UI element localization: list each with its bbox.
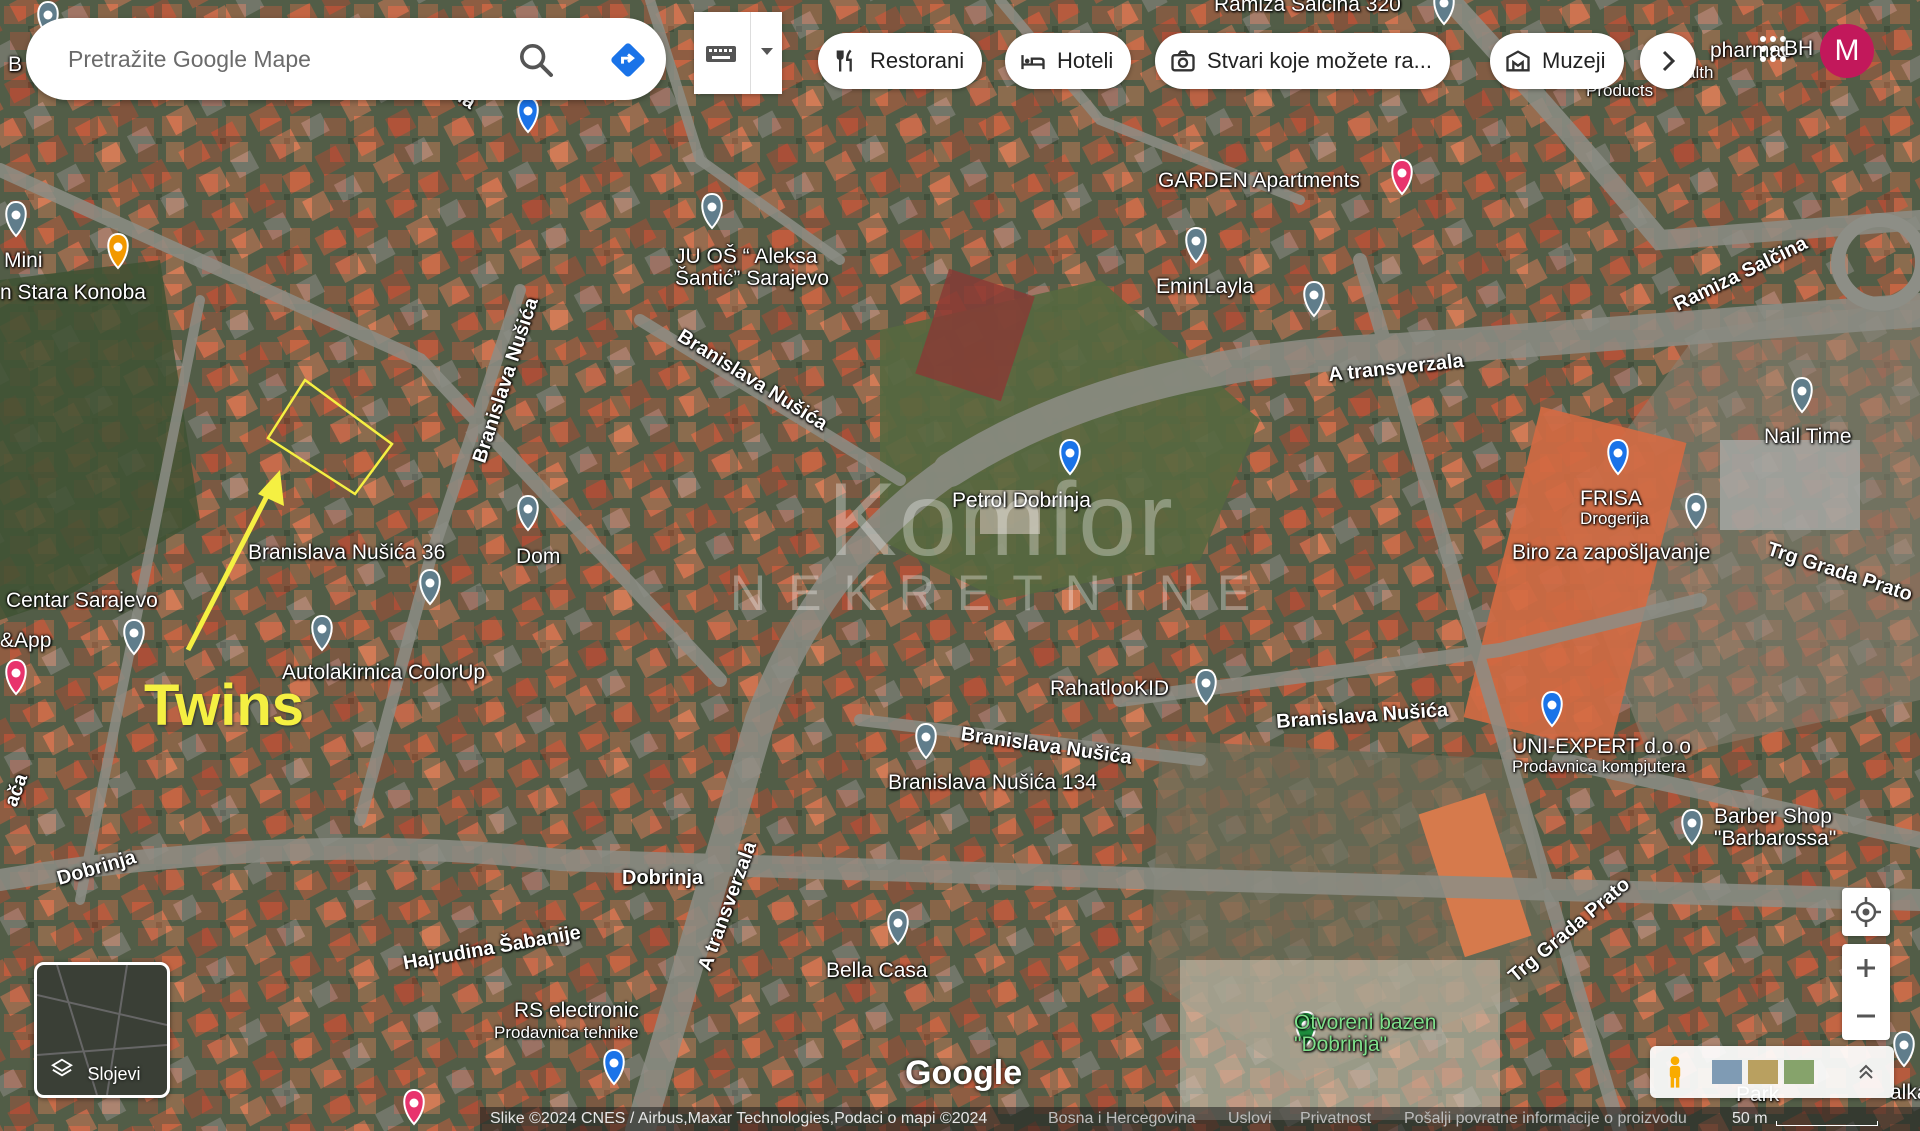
zoom-out-button[interactable] [1842,992,1890,1040]
place-label: Ramiza Salčina 320 [1214,0,1401,16]
place-label: Barber Shop "Barbarossa" [1714,805,1837,851]
feedback-link[interactable]: Pošalji povratne informacije o proizvodu [1404,1110,1687,1128]
place-label: Drogerija [1580,509,1649,528]
place-label: Nail Time [1764,425,1852,448]
place-label: RS electronic [514,999,639,1022]
place-label: B [8,53,23,76]
annotation-label: Twins [144,673,305,738]
terms-link[interactable]: Uslovi [1228,1110,1272,1128]
place-label: Dom [516,545,561,568]
camera-icon [1171,50,1195,72]
google-logo: Google [905,1054,1023,1092]
chip-label: Stvari koje možete ra... [1207,48,1432,73]
place-label: Otvoreni bazen "Dobrinja" [1294,1011,1437,1057]
chevron-right-icon[interactable] [1640,33,1696,89]
place-label: Prodavnica tehnike [494,1023,639,1042]
street-view-bar [1650,1046,1894,1098]
input-tools [694,12,782,94]
thumb-map[interactable] [1784,1060,1814,1084]
place-label: EminLayla [1156,275,1255,298]
scale-label[interactable]: 50 m [1732,1110,1768,1128]
crosshair-icon [1851,897,1881,927]
search-input[interactable] [66,40,510,78]
watermark: Komfor NEKRETNINE [730,462,1273,621]
place-label: RahatlooKID [1050,677,1170,700]
chip-hotels[interactable]: Hoteli [1005,33,1132,89]
place-label: Centar Sarajevo [6,589,158,612]
zoom-controls [1842,944,1890,1040]
chip-museums[interactable]: Muzeji [1490,33,1624,89]
place-label: alka [1890,1081,1920,1104]
search-box [26,18,666,100]
chip-label: Hoteli [1057,48,1114,73]
pegman-icon[interactable] [1662,1054,1688,1090]
thumb-satellite[interactable] [1712,1060,1742,1084]
fork-knife-icon [836,49,852,72]
my-location-button[interactable] [1842,888,1890,936]
layers-label: Slojevi [87,1064,141,1084]
footer-bar: Slike ©2024 CNES / Airbus,Maxar Technolo… [480,1107,1920,1131]
museum-icon [1506,50,1530,72]
place-label: Branislava Nušića 134 [888,771,1097,794]
place-label: Autolakirnica ColorUp [282,661,486,684]
place-label: &App [0,629,52,652]
zoom-in-button[interactable] [1842,944,1890,992]
keyboard-icon[interactable] [694,12,748,94]
place-label: n Stara Konoba [0,281,146,304]
place-label: Biro za zapošljavanje [1512,541,1711,564]
chip-label: Restorani [870,48,965,73]
place-label: UNI-EXPERT d.o.o [1512,735,1691,758]
place-label: Branislava Nušića 36 [248,541,446,564]
privacy-link[interactable]: Privatnost [1300,1110,1371,1128]
place-label: FRISA [1580,487,1642,510]
place-label: GARDEN Apartments [1158,169,1360,192]
search-icon[interactable] [516,40,556,80]
bed-icon [1021,55,1045,70]
place-label: JU OŠ “ Aleksa Šantić” Sarajevo [675,245,830,291]
scale-bar [1776,1121,1878,1126]
place-label: Bella Casa [826,959,928,982]
avatar[interactable]: M [1820,24,1874,78]
region-label: BH [1784,37,1814,60]
chip-label: Muzeji [1542,48,1606,73]
chevron-up-icon[interactable] [1854,1060,1878,1084]
directions-icon[interactable] [606,38,650,82]
chip-restaurants[interactable]: Restorani [818,33,983,89]
place-label: Mini [4,249,43,272]
chevron-down-icon[interactable] [750,12,783,94]
street-label: Dobrinja [622,867,704,889]
layers-button[interactable]: Slojevi [34,962,170,1098]
country-link[interactable]: Bosna i Hercegovina [1048,1110,1196,1128]
place-label: Prodavnica kompjutera [1512,757,1686,776]
thumb-terrain[interactable] [1748,1060,1778,1084]
attribution-text: Slike ©2024 CNES / Airbus,Maxar Technolo… [490,1110,988,1127]
chip-things-to-do[interactable]: Stvari koje možete ra... [1155,33,1450,89]
